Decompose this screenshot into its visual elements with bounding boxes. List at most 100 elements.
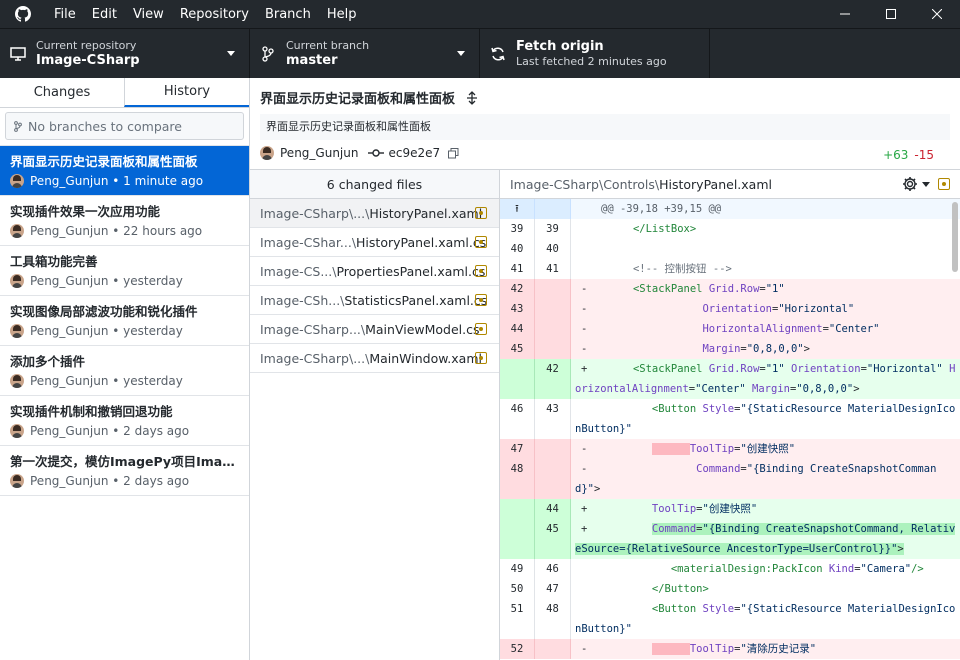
- diff-path-file: HistoryPanel.xaml: [659, 176, 772, 192]
- diff-line-deleted: 43- Orientation="Horizontal": [500, 299, 960, 319]
- commit-title: 实现插件效果一次应用功能: [10, 204, 161, 219]
- diff-line: 50 47 </Button>: [500, 579, 960, 599]
- commit-summary: 界面显示历史记录面板和属性面板 界面显示历史记录面板和属性面板 Peng_Gun…: [250, 78, 960, 170]
- file-item[interactable]: Image-CShar...\ HistoryPanel.xaml.cs: [250, 228, 499, 257]
- menu-help[interactable]: Help: [319, 7, 365, 22]
- close-button[interactable]: [914, 0, 960, 28]
- file-name: PropertiesPanel.xaml.cs: [336, 263, 486, 279]
- diff-line: 39 39 </ListBox>: [500, 219, 960, 239]
- chevron-down-icon: [227, 51, 235, 56]
- commit-meta: Peng_Gunjun • yesterday: [30, 324, 183, 338]
- file-dir: Image-CS...\: [260, 263, 337, 279]
- commit-list-item[interactable]: 界面显示历史记录面板和属性面板 Peng_Gunjun • 1 minute a…: [0, 146, 249, 196]
- tab-history[interactable]: History: [124, 78, 249, 107]
- copy-icon[interactable]: [448, 147, 459, 159]
- modified-icon: [938, 178, 950, 190]
- maximize-button[interactable]: [868, 0, 914, 28]
- sidebar-tabs: Changes History: [0, 78, 249, 108]
- commit-title: 实现插件机制和撤销回退功能: [10, 404, 173, 419]
- avatar: [260, 146, 274, 160]
- menu-view[interactable]: View: [125, 7, 172, 22]
- commit-meta: Peng_Gunjun • 1 minute ago: [30, 174, 204, 188]
- branch-compare-input[interactable]: No branches to compare: [5, 112, 244, 140]
- modified-icon: [475, 236, 487, 248]
- file-item[interactable]: Image-CSharp\...\ HistoryPanel.xaml: [250, 199, 499, 228]
- commit-title: 界面显示历史记录面板和属性面板: [260, 92, 456, 107]
- tab-changes[interactable]: Changes: [0, 78, 124, 107]
- diff-content: ⭱ @@ -39,18 +39,15 @@ 39 39 </ListBox> 40 4…: [500, 199, 960, 659]
- diff-line: 40 40: [500, 239, 960, 259]
- commit-sha: ec9e2e7: [388, 146, 441, 160]
- file-dir: Image-CSharp\...\: [260, 205, 370, 221]
- commit-list-item[interactable]: 添加多个插件 Peng_Gunjun • yesterday: [0, 346, 249, 396]
- file-name: MainViewModel.cs: [365, 321, 480, 337]
- commit-title: 第一次提交，模仿ImagePy项目Image…: [10, 454, 239, 469]
- close-icon: [932, 9, 942, 19]
- diff-line-deleted: 45- Margin="0,8,0,0">: [500, 339, 960, 359]
- chevron-down-icon[interactable]: [922, 181, 930, 187]
- menu-repository[interactable]: Repository: [172, 7, 257, 22]
- toolbar: Current repository Image-CSharp Current …: [0, 28, 960, 78]
- git-commit-icon: [368, 149, 385, 157]
- expand-icon[interactable]: [465, 90, 479, 105]
- file-item[interactable]: Image-CSh...\ StatisticsPanel.xaml.cs: [250, 286, 499, 315]
- diff-line-added: 45 + Command="{Binding CreateSnapshotComm…: [500, 519, 960, 559]
- diff-line: 46 43 <Button Style="{StaticResource Mate…: [500, 399, 960, 439]
- commit-list-item[interactable]: 工具箱功能完善 Peng_Gunjun • yesterday: [0, 246, 249, 296]
- file-item[interactable]: Image-CS...\ PropertiesPanel.xaml.cs: [250, 257, 499, 286]
- menu-branch[interactable]: Branch: [257, 7, 319, 22]
- branch-name: master: [286, 52, 338, 68]
- github-logo-icon: [0, 6, 46, 22]
- branch-icon: [14, 120, 22, 132]
- minimize-button[interactable]: [822, 0, 868, 28]
- diff-scrollbar[interactable]: [952, 202, 958, 272]
- commit-list-item[interactable]: 第一次提交，模仿ImagePy项目Image… Peng_Gunjun • 2 …: [0, 446, 249, 496]
- commit-title: 界面显示历史记录面板和属性面板: [10, 154, 198, 169]
- file-dir: Image-CSharp...\: [260, 321, 366, 337]
- modified-icon: [475, 207, 487, 219]
- file-item[interactable]: Image-CSharp...\ MainViewModel.cs: [250, 315, 499, 344]
- file-name: HistoryPanel.xaml: [369, 205, 483, 221]
- compare-placeholder: No branches to compare: [28, 118, 182, 134]
- diff-stats: +63 -15: [883, 148, 934, 162]
- chevron-down-icon: [457, 51, 465, 56]
- repository-label: Current repository: [36, 38, 137, 52]
- changed-files-panel: 6 changed files Image-CSharp\...\ History…: [250, 170, 500, 660]
- diff-path-dir: Image-CSharp\Controls\: [510, 176, 660, 192]
- commit-meta: Peng_Gunjun • 2 days ago: [30, 474, 190, 488]
- file-dir: Image-CShar...\: [260, 234, 357, 250]
- sidebar: Changes History No branches to compare 界…: [0, 78, 250, 660]
- file-name: HistoryPanel.xaml.cs: [356, 234, 487, 250]
- menu-file[interactable]: File: [46, 7, 84, 22]
- fetch-origin-button[interactable]: Fetch origin Last fetched 2 minutes ago: [480, 29, 710, 78]
- repository-selector[interactable]: Current repository Image-CSharp: [0, 29, 250, 78]
- branch-icon: [250, 45, 286, 62]
- avatar: [10, 224, 24, 238]
- file-item[interactable]: Image-CSharp\...\ MainWindow.xaml: [250, 344, 499, 373]
- diff-panel: Image-CSharp\Controls\ HistoryPanel.xaml …: [500, 170, 960, 660]
- commit-list-item[interactable]: 实现插件机制和撤销回退功能 Peng_Gunjun • 2 days ago: [0, 396, 249, 446]
- commit-meta: Peng_Gunjun • 22 hours ago: [30, 224, 203, 238]
- expand-up-icon[interactable]: ⭱: [500, 199, 535, 219]
- commit-list: 界面显示历史记录面板和属性面板 Peng_Gunjun • 1 minute a…: [0, 146, 249, 496]
- file-name: MainWindow.xaml: [369, 350, 482, 366]
- minimize-icon: [840, 13, 850, 15]
- gear-icon[interactable]: [902, 176, 918, 192]
- avatar: [10, 374, 24, 388]
- hunk-text: @@ -39,18 +39,15 @@: [601, 203, 722, 215]
- diff-line-added: 42 + <StackPanel Grid.Row="1" Orientation…: [500, 359, 960, 399]
- diff-header: Image-CSharp\Controls\ HistoryPanel.xaml: [500, 170, 960, 199]
- branch-selector[interactable]: Current branch master: [250, 29, 480, 78]
- menu-edit[interactable]: Edit: [84, 7, 125, 22]
- file-name: StatisticsPanel.xaml.cs: [344, 292, 488, 308]
- diff-line-deleted: 47- ToolTip="创建快照": [500, 439, 960, 459]
- hunk-header: ⭱ @@ -39,18 +39,15 @@: [500, 199, 960, 219]
- avatar: [10, 424, 24, 438]
- commit-list-item[interactable]: 实现插件效果一次应用功能 Peng_Gunjun • 22 hours ago: [0, 196, 249, 246]
- diff-line-added: 44 + ToolTip="创建快照": [500, 499, 960, 519]
- computer-icon: [0, 46, 36, 61]
- sync-icon: [480, 46, 516, 62]
- deletions-count: -15: [914, 148, 934, 162]
- diff-line: 51 48 <Button Style="{StaticResource Mate…: [500, 599, 960, 639]
- commit-list-item[interactable]: 实现图像局部滤波功能和锐化插件 Peng_Gunjun • yesterday: [0, 296, 249, 346]
